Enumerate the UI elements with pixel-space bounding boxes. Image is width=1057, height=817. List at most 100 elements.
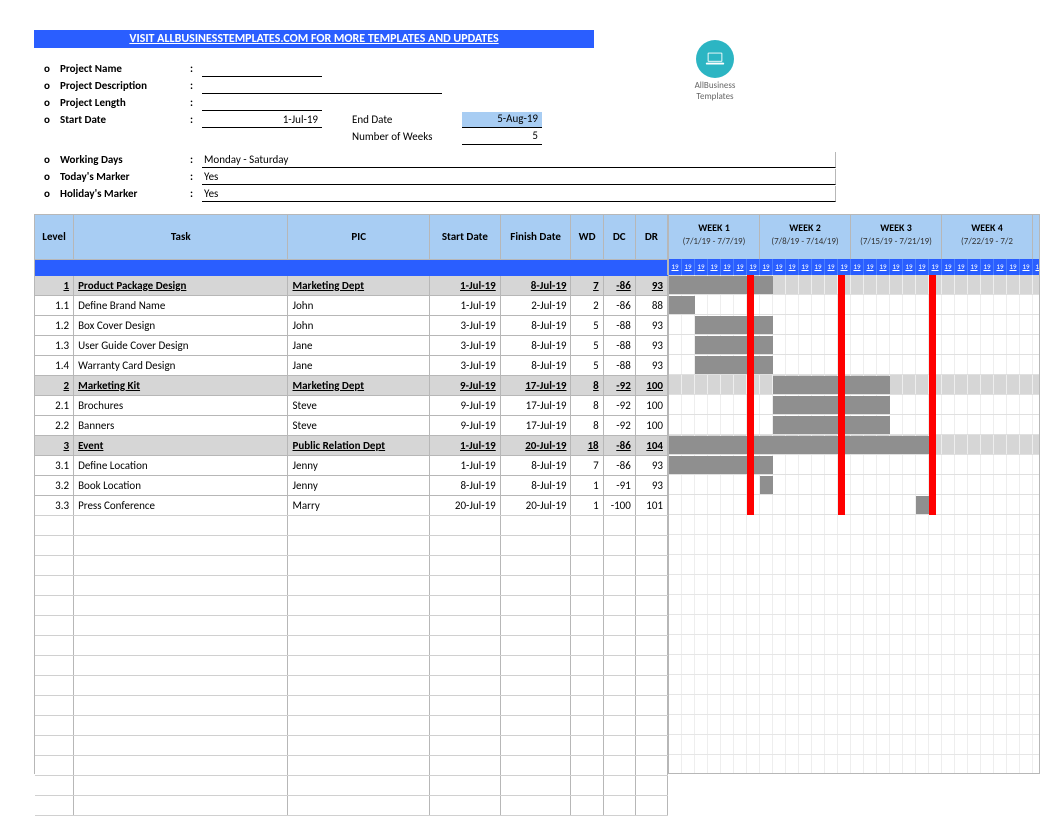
gantt-row[interactable]: [669, 655, 1039, 675]
gantt-row[interactable]: [669, 715, 1039, 735]
input-project-desc[interactable]: [202, 78, 442, 94]
gantt-row[interactable]: [669, 595, 1039, 615]
table-row[interactable]: 3EventPublic Relation Dept1-Jul-1920-Jul…: [35, 435, 668, 455]
gantt-row[interactable]: [669, 395, 1039, 415]
gantt-row[interactable]: [669, 615, 1039, 635]
gantt-bar[interactable]: [669, 456, 773, 474]
gantt-row[interactable]: [669, 315, 1039, 335]
gantt-row[interactable]: [669, 555, 1039, 575]
label-project-length: Project Length: [60, 96, 190, 109]
table-row[interactable]: [35, 755, 668, 775]
input-today-marker[interactable]: Yes: [202, 169, 836, 185]
table-row[interactable]: [35, 615, 668, 635]
col-dr[interactable]: DR: [635, 215, 667, 259]
gantt-bar[interactable]: [695, 336, 773, 354]
col-wd[interactable]: WD: [571, 215, 603, 259]
gantt-row[interactable]: [669, 335, 1039, 355]
gantt-row[interactable]: [669, 415, 1039, 435]
input-working-days[interactable]: Monday - Saturday: [202, 152, 836, 168]
table-row[interactable]: [35, 735, 668, 755]
gantt-bar[interactable]: [773, 376, 890, 394]
col-task[interactable]: Task: [74, 215, 288, 259]
gantt-row[interactable]: [669, 735, 1039, 755]
gantt-row[interactable]: [669, 275, 1039, 295]
marker-line: [838, 275, 845, 515]
day-cell: 19: [929, 259, 942, 275]
gantt-row[interactable]: [669, 575, 1039, 595]
day-cell: 19: [708, 259, 721, 275]
label-working-days: Working Days: [60, 153, 190, 166]
table-row[interactable]: 2Marketing KitMarketing Dept9-Jul-1917-J…: [35, 375, 668, 395]
table-row[interactable]: [35, 595, 668, 615]
gantt-row[interactable]: [669, 455, 1039, 475]
gantt-bar[interactable]: [773, 396, 890, 414]
gantt-row[interactable]: [669, 495, 1039, 515]
gantt-row[interactable]: [669, 515, 1039, 535]
week-header: WEEK 2(7/8/19 - 7/14/19): [760, 215, 851, 259]
col-start-date[interactable]: Start Date: [429, 215, 500, 259]
gantt-bar[interactable]: [695, 356, 773, 374]
gantt-bar[interactable]: [773, 416, 890, 434]
input-start-date[interactable]: 1-Jul-19: [202, 112, 322, 128]
gantt-bar[interactable]: [669, 276, 773, 294]
table-row[interactable]: 2.2BannersSteve9-Jul-1917-Jul-198-92100: [35, 415, 668, 435]
col-pic[interactable]: PIC: [288, 215, 430, 259]
table-row[interactable]: [35, 675, 668, 695]
table-row[interactable]: [35, 655, 668, 675]
label-num-weeks: Number of Weeks: [352, 130, 462, 143]
table-row[interactable]: [35, 695, 668, 715]
week-header: WEEK 4(7/22/19 - 7/2: [942, 215, 1033, 259]
day-cell: 19: [747, 259, 760, 275]
gantt-row[interactable]: [669, 675, 1039, 695]
gantt-row[interactable]: [669, 695, 1039, 715]
table-row[interactable]: [35, 555, 668, 575]
col-dc[interactable]: DC: [603, 215, 635, 259]
gantt-bar[interactable]: [695, 316, 773, 334]
banner-link[interactable]: VISIT ALLBUSINESSTEMPLATES.COM FOR MORE …: [34, 30, 594, 48]
gantt-row[interactable]: [669, 535, 1039, 555]
day-cell: 19: [981, 259, 994, 275]
col-finish-date[interactable]: Finish Date: [500, 215, 571, 259]
table-row[interactable]: 3.2Book LocationJenny8-Jul-198-Jul-191-9…: [35, 475, 668, 495]
col-level[interactable]: Level: [35, 215, 74, 259]
table-row[interactable]: [35, 715, 668, 735]
gantt-row[interactable]: [669, 635, 1039, 655]
day-cell: 19: [825, 259, 838, 275]
table-row[interactable]: [35, 635, 668, 655]
table-row[interactable]: 3.3Press ConferenceMarry20-Jul-1920-Jul-…: [35, 495, 668, 515]
day-cell: 19: [890, 259, 903, 275]
brand-logo: AllBusiness Templates: [680, 40, 750, 102]
gantt-bar[interactable]: [669, 436, 929, 454]
day-cell: 19: [695, 259, 708, 275]
table-row[interactable]: 3.1Define LocationJenny1-Jul-198-Jul-197…: [35, 455, 668, 475]
gantt-row[interactable]: [669, 295, 1039, 315]
gantt-bar[interactable]: [916, 496, 929, 514]
input-project-name[interactable]: [202, 61, 322, 77]
marker-line: [929, 275, 936, 515]
gantt-row[interactable]: [669, 475, 1039, 495]
input-project-length[interactable]: [202, 95, 322, 111]
day-cell: 19: [1020, 259, 1033, 275]
table-row[interactable]: 1.2Box Cover DesignJohn3-Jul-198-Jul-195…: [35, 315, 668, 335]
gantt-row[interactable]: [669, 435, 1039, 455]
label-start-date: Start Date: [60, 113, 190, 126]
table-row[interactable]: [35, 795, 668, 815]
table-row[interactable]: 1.3User Guide Cover DesignJane3-Jul-198-…: [35, 335, 668, 355]
table-row[interactable]: [35, 515, 668, 535]
day-cell: 19: [903, 259, 916, 275]
input-holiday-marker[interactable]: Yes: [202, 186, 836, 202]
table-row[interactable]: [35, 775, 668, 795]
gantt-row[interactable]: [669, 375, 1039, 395]
table-row[interactable]: [35, 535, 668, 555]
table-row[interactable]: 2.1BrochuresSteve9-Jul-1917-Jul-198-9210…: [35, 395, 668, 415]
table-row[interactable]: [35, 575, 668, 595]
table-row[interactable]: 1.1Define Brand NameJohn1-Jul-192-Jul-19…: [35, 295, 668, 315]
table-row[interactable]: 1Product Package DesignMarketing Dept1-J…: [35, 275, 668, 295]
gantt-row[interactable]: [669, 355, 1039, 375]
gantt-bar[interactable]: [760, 476, 773, 494]
gantt-bar[interactable]: [669, 296, 695, 314]
table-row[interactable]: 1.4Warranty Card DesignJane3-Jul-198-Jul…: [35, 355, 668, 375]
day-cell: 19: [786, 259, 799, 275]
gantt-row[interactable]: [669, 755, 1039, 773]
day-cell: 19: [994, 259, 1007, 275]
